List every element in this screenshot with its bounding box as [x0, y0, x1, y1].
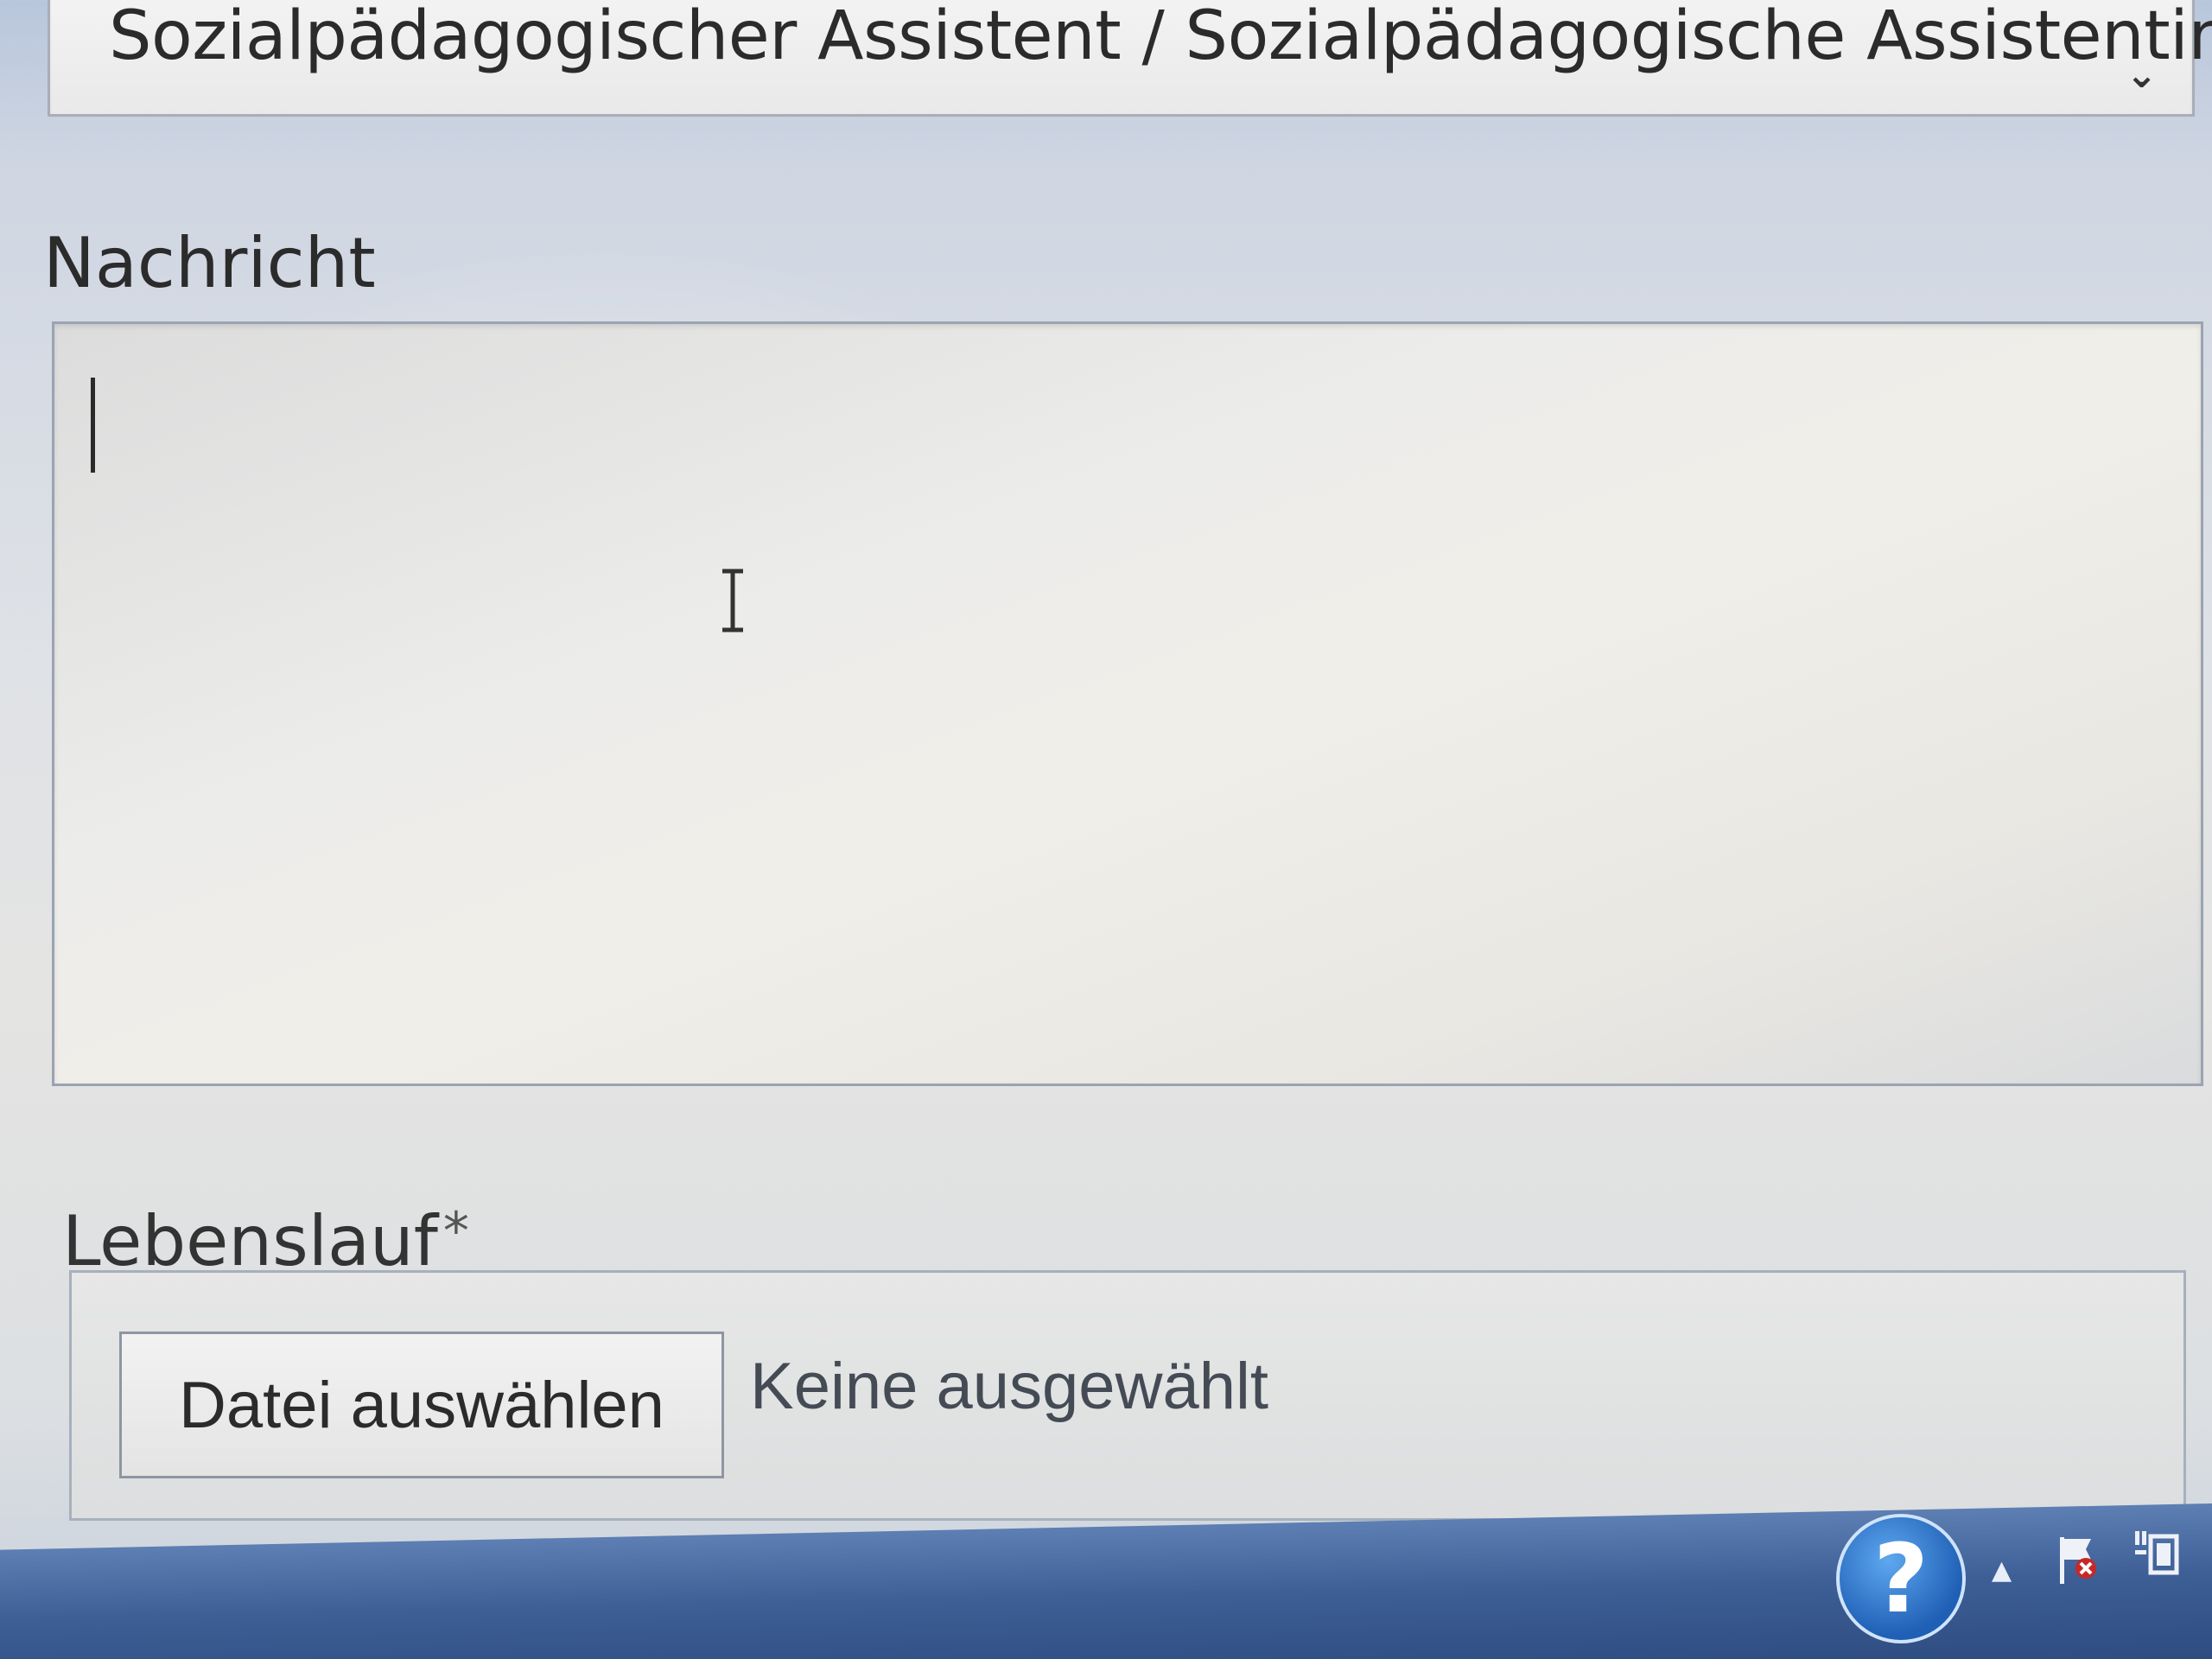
tray-arrow-icon[interactable]: ▲ — [1992, 1555, 2012, 1586]
message-label: Nachricht — [43, 223, 376, 303]
file-status-text: Keine ausgewählt — [750, 1350, 1268, 1423]
text-caret — [91, 378, 95, 473]
ibeam-cursor-icon — [722, 569, 743, 632]
message-textarea[interactable] — [52, 321, 2203, 1086]
position-select[interactable]: Sozialpädagogischer Assistent / Sozialpä… — [48, 0, 2212, 117]
required-marker: * — [442, 1201, 469, 1262]
choose-file-button[interactable]: Datei auswählen — [119, 1332, 724, 1478]
position-select-value: Sozialpädagogischer Assistent / Sozialpä… — [109, 0, 2212, 75]
cv-file-input: Datei auswählen Keine ausgewählt — [69, 1270, 2186, 1521]
action-center-flag-icon[interactable] — [2056, 1534, 2100, 1586]
chevron-down-icon[interactable]: ⌄ — [2126, 53, 2158, 97]
help-icon[interactable]: ? — [1836, 1514, 1966, 1643]
network-icon[interactable] — [2130, 1528, 2182, 1581]
